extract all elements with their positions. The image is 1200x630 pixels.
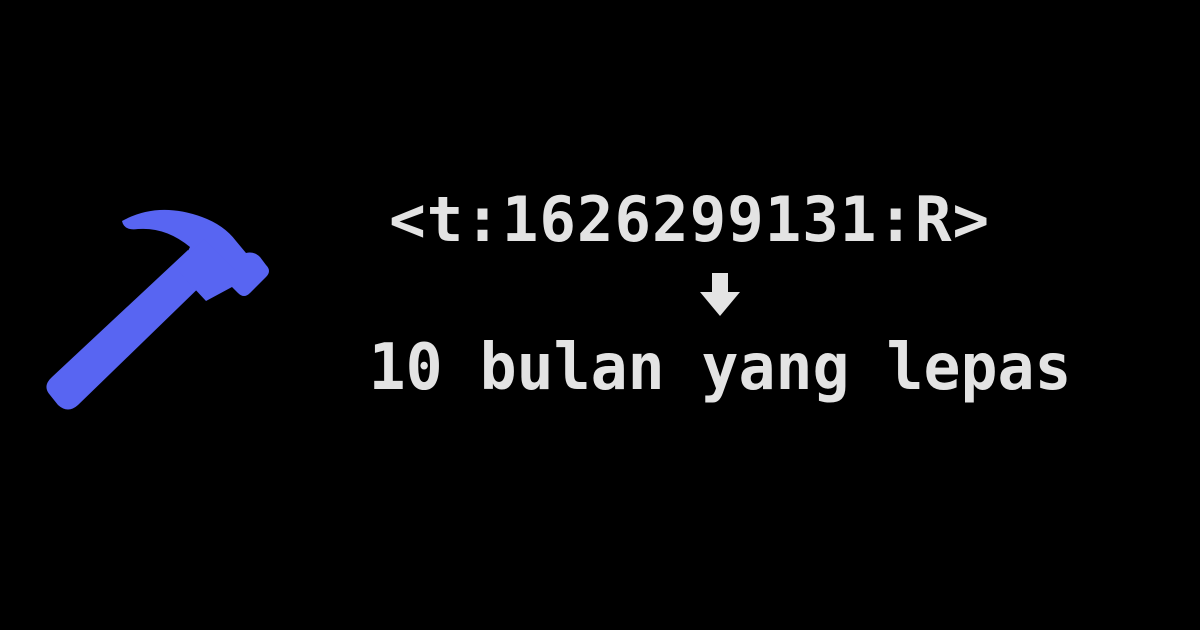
down-arrow-icon (700, 273, 740, 316)
relative-time-result: 10 bulan yang lepas (368, 331, 1072, 405)
conversion-display: <t:1626299131:R> 10 bulan yang lepas (265, 170, 1175, 409)
timestamp-code: <t:1626299131:R> (389, 183, 991, 256)
hammer-icon (46, 209, 269, 410)
